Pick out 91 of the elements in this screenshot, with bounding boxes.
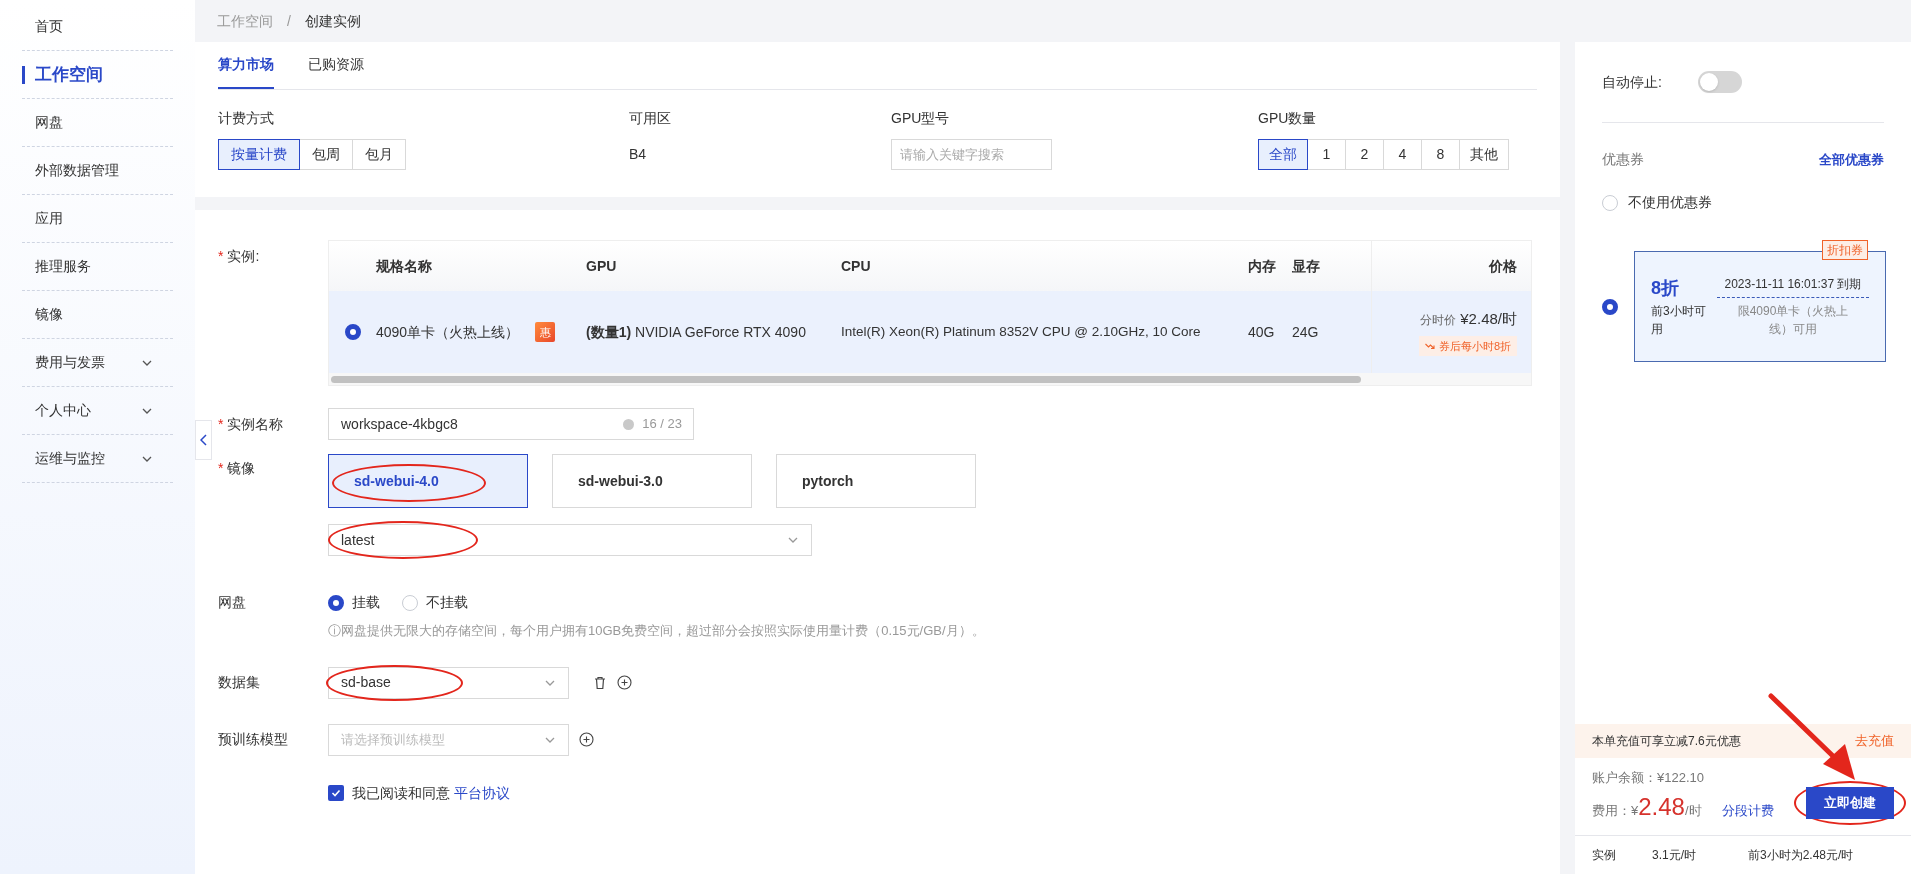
sidebar-item[interactable]: 运维与监控 xyxy=(22,435,173,483)
column-header: 规格名称 xyxy=(376,256,433,276)
coupon-tag: 折扣券 xyxy=(1822,240,1868,260)
search-field[interactable]: 请输入关键字搜索 xyxy=(891,139,1052,170)
sidebar-item[interactable]: 推理服务 xyxy=(22,243,173,291)
field-label: 网盘 xyxy=(218,593,247,612)
coupon-expiry: 2023-11-11 16:01:37 到期 xyxy=(1717,275,1869,298)
segment-option[interactable]: 2 xyxy=(1345,139,1384,170)
radio-label: 挂载 xyxy=(352,593,380,612)
segment-option[interactable]: 1 xyxy=(1307,139,1346,170)
filter-label: GPU型号 xyxy=(891,109,951,128)
field-label: * 实例: xyxy=(218,247,261,266)
toggle-switch[interactable] xyxy=(1697,71,1742,93)
radio-button[interactable] xyxy=(344,324,361,340)
field-label: * 实例名称 xyxy=(218,414,285,434)
trash-icon[interactable] xyxy=(593,675,607,690)
toggle-label: 自动停止: xyxy=(1602,72,1662,92)
sidebar-item[interactable]: 镜像 xyxy=(22,291,173,339)
column-header: 内存 xyxy=(1248,256,1277,276)
column-header: CPU xyxy=(841,256,872,276)
table-cell-text: (数量1) NVIDIA GeForce RTX 4090 xyxy=(586,322,807,342)
breakdown-item: 实例 xyxy=(1592,847,1617,864)
segment-option[interactable]: 全部 xyxy=(1258,139,1308,170)
field-label: 预训练模型 xyxy=(218,730,289,749)
coupon-condition: 前3小时可用 xyxy=(1651,303,1707,338)
sidebar-item[interactable]: 个人中心 xyxy=(22,387,173,435)
sidebar-item[interactable]: 网盘 xyxy=(22,99,173,147)
tab[interactable]: 算力市场 xyxy=(218,42,274,89)
coupon-discount: 8折 xyxy=(1651,277,1680,300)
scrollbar-thumb[interactable] xyxy=(331,375,1361,383)
price-cell-text: 分时价 ¥2.48/时 xyxy=(1420,309,1517,329)
filter-label: GPU数量 xyxy=(1258,109,1318,128)
char-counter: 16 / 23 xyxy=(642,415,682,434)
active-indicator xyxy=(22,65,25,84)
collapse-button[interactable] xyxy=(195,420,212,460)
cost-text: 费用：¥2.48/时 xyxy=(1592,792,1702,822)
hint-text: ⓘ网盘提供无限大的存储空间，每个用户拥有10GB免费空间，超过部分会按照实际使用量计费（0.15元/GB/月）。 xyxy=(328,622,985,640)
sidebar-item[interactable]: 应用 xyxy=(22,195,173,243)
breadcrumb-current: 创建实例 xyxy=(304,11,361,31)
filter-label: 计费方式 xyxy=(218,109,275,128)
segment-option[interactable]: 包周 xyxy=(299,139,353,170)
breakdown-note: 前3小时为2.48元/时 xyxy=(1748,847,1854,864)
discount-badge: 惠 xyxy=(535,322,556,342)
segment-option[interactable]: 包月 xyxy=(352,139,406,170)
sidebar-item[interactable]: 首页 xyxy=(22,3,173,51)
tab[interactable]: 已购资源 xyxy=(308,42,364,89)
radio-label: 不使用优惠券 xyxy=(1628,193,1712,212)
trend-icon xyxy=(1424,341,1435,350)
create-button[interactable]: 立即创建 xyxy=(1806,787,1894,819)
version-select[interactable]: latest xyxy=(328,524,812,556)
radio-button[interactable] xyxy=(328,594,344,611)
table-cell-text: 24G xyxy=(1292,322,1320,342)
image-option[interactable]: sd-webui-3.0 xyxy=(552,454,752,508)
sidebar-item[interactable]: 工作空间 xyxy=(22,51,173,99)
breakdown-price: 3.1元/时 xyxy=(1652,847,1697,864)
segment-option[interactable]: 8 xyxy=(1421,139,1460,170)
dataset-select[interactable]: sd-base xyxy=(328,666,569,699)
column-header: GPU xyxy=(586,256,618,276)
field-label: 数据集 xyxy=(218,673,261,692)
promo-tag: 券后每小时8折 xyxy=(1418,335,1517,356)
coupon-scope: 限4090单卡（火热上线）可用 xyxy=(1736,303,1850,338)
image-option[interactable]: sd-webui-4.0 xyxy=(328,454,528,508)
column-header: 显存 xyxy=(1292,256,1321,276)
add-icon[interactable] xyxy=(579,732,594,747)
section-title: 优惠券 xyxy=(1602,150,1644,169)
segment-option[interactable]: 按量计费 xyxy=(218,139,300,170)
all-coupons-link[interactable]: 全部优惠券 xyxy=(1819,149,1884,170)
image-option[interactable]: pytorch xyxy=(776,454,976,508)
radio-label: 不挂载 xyxy=(426,593,468,612)
balance-text: 账户余额：¥122.10 xyxy=(1592,768,1705,787)
table-row[interactable]: 4090单卡（火热上线） 惠 (数量1) NVIDIA GeForce RTX 4090 Intel(R) Xeon(R) Platinum 8352V CPU @ 2.10GHz, 10 Core 40G 24G 分时价 ¥2.48/时 券后每小时8折 xyxy=(329,291,1531,373)
sidebar-item[interactable]: 费用与发票 xyxy=(22,339,173,387)
banner-text: 本单充值可享立减7.6元优惠 xyxy=(1592,732,1741,750)
chevron-left-icon xyxy=(199,434,208,446)
agreement-text: 我已阅读和同意 xyxy=(352,783,450,803)
agreement-link[interactable]: 平台协议 xyxy=(454,782,510,804)
radio-button[interactable] xyxy=(1602,298,1618,315)
table-cell-text: Intel(R) Xeon(R) Platinum 8352V CPU @ 2.10GHz, 10 Core xyxy=(841,322,1202,341)
zone-value: B4 xyxy=(629,145,648,164)
checkbox[interactable] xyxy=(328,785,344,801)
check-icon xyxy=(331,788,341,798)
add-icon[interactable] xyxy=(617,675,632,690)
filter-label: 可用区 xyxy=(629,109,672,128)
segment-billing-link[interactable]: 分段计费 xyxy=(1721,801,1774,821)
segment-option[interactable]: 4 xyxy=(1383,139,1422,170)
table-cell-text: 4090单卡（火热上线） xyxy=(376,322,520,342)
table-cell-text: 40G xyxy=(1248,322,1276,342)
sidebar-item[interactable]: 外部数据管理 xyxy=(22,147,173,195)
segment-option[interactable]: 其他 xyxy=(1459,139,1509,170)
breadcrumb-separator: / xyxy=(287,11,291,31)
field-label: * 镜像 xyxy=(218,459,257,478)
